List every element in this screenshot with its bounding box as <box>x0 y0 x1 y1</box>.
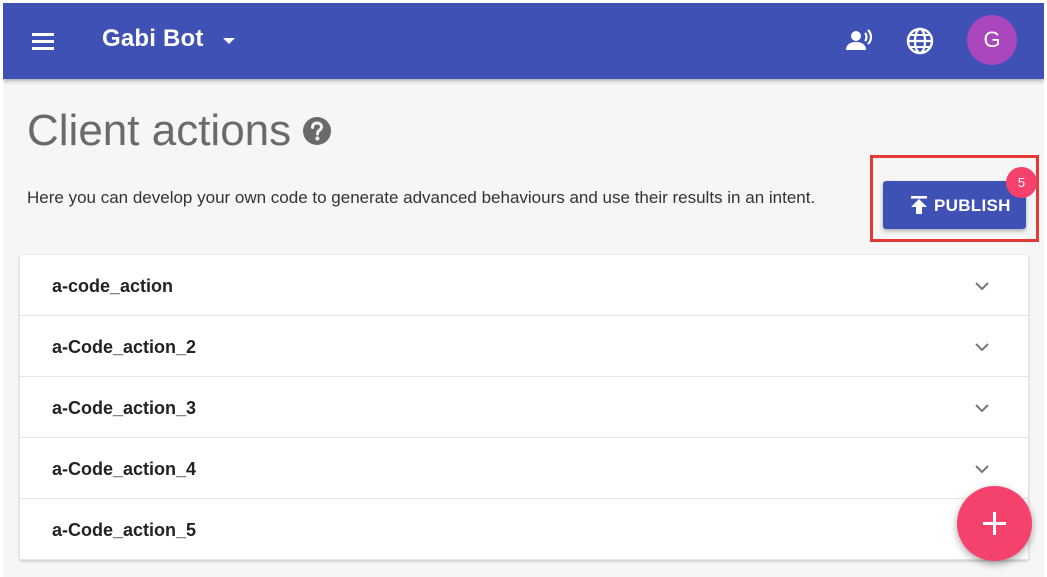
action-item-label: a-Code_action_3 <box>52 398 197 418</box>
voice-button[interactable] <box>841 23 877 59</box>
voice-icon <box>846 29 873 50</box>
action-item[interactable]: a-Code_action_4 <box>20 438 1028 499</box>
action-list: a-code_action a-Code_action_2 a-Code_act… <box>20 255 1028 560</box>
help-button[interactable] <box>301 115 333 147</box>
action-item[interactable]: a-Code_action_2 <box>20 316 1028 377</box>
user-avatar[interactable]: G <box>967 15 1017 65</box>
globe-icon <box>906 27 934 55</box>
add-icon <box>983 512 1006 535</box>
page: Gabi Bot G Client actions Here you can d… <box>3 3 1044 577</box>
menu-button[interactable] <box>27 25 59 57</box>
action-item-label: a-Code_action_2 <box>52 337 197 357</box>
action-item[interactable]: a-code_action <box>20 255 1028 316</box>
page-title: Client actions <box>27 106 292 155</box>
chevron-down-icon <box>975 282 989 291</box>
publish-badge: 5 <box>1006 167 1037 198</box>
caret-down-icon <box>223 38 235 44</box>
hamburger-menu-icon <box>32 33 54 50</box>
action-item-label: a-Code_action_4 <box>52 459 197 479</box>
chevron-down-icon <box>975 404 989 413</box>
publish-upload-icon <box>911 196 927 214</box>
page-description: Here you can develop your own code to ge… <box>27 188 816 207</box>
add-action-button[interactable] <box>957 486 1032 561</box>
action-item-label: a-code_action <box>52 276 174 296</box>
help-circle-icon <box>303 117 331 145</box>
publish-button[interactable]: PUBLISH <box>883 181 1026 229</box>
bot-name[interactable]: Gabi Bot <box>102 25 204 53</box>
chevron-down-icon <box>975 343 989 352</box>
publish-button-label: PUBLISH <box>934 196 1011 215</box>
language-button[interactable] <box>903 24 937 58</box>
action-item[interactable]: a-Code_action_5 <box>20 499 1028 560</box>
action-item-label: a-Code_action_5 <box>52 520 197 540</box>
app-bar: Gabi Bot G <box>3 3 1044 79</box>
chevron-down-icon <box>975 465 989 474</box>
action-item[interactable]: a-Code_action_3 <box>20 377 1028 438</box>
bot-dropdown-button[interactable] <box>217 29 241 53</box>
